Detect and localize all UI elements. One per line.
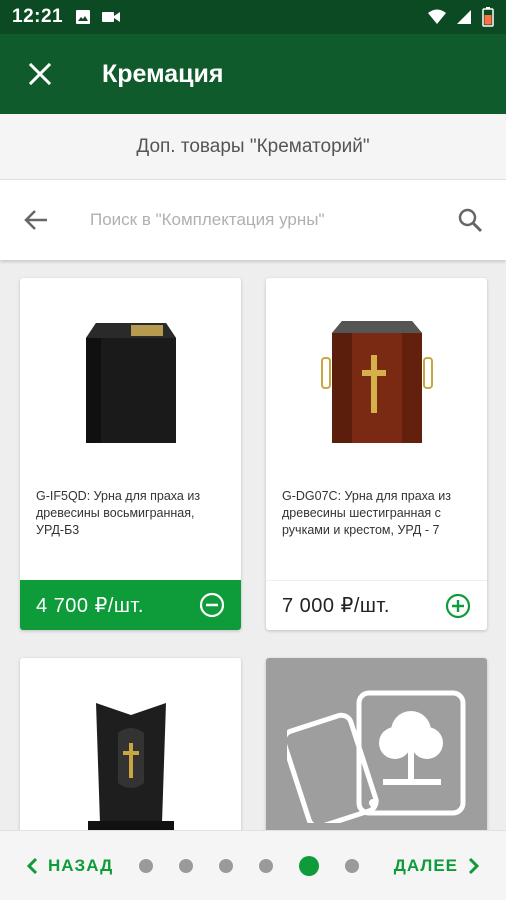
- product-image: [266, 658, 487, 830]
- product-price: 4 700 ₽/шт.: [36, 594, 144, 617]
- product-grid: G-IF5QD: Урна для праха из древесины вос…: [0, 260, 506, 830]
- chevron-right-icon: [468, 857, 480, 874]
- next-nav-label: ДАЛЕЕ: [393, 855, 458, 875]
- page-dot: [259, 858, 274, 873]
- product-card[interactable]: [266, 658, 487, 830]
- bottom-navigation: НАЗАД ДАЛЕЕ: [0, 830, 506, 900]
- product-image: [20, 278, 241, 478]
- back-nav-label: НАЗАД: [48, 855, 114, 875]
- product-card[interactable]: G-DG07C: Урна для праха из древесины шес…: [266, 278, 487, 630]
- arrow-left-icon: [24, 210, 47, 230]
- product-price: 7 000 ₽/шт.: [282, 595, 390, 617]
- subheader-text: Доп. товары "Крематорий": [136, 135, 370, 157]
- page-dot-active: [299, 855, 320, 876]
- plus-circle-icon[interactable]: [445, 593, 471, 619]
- minus-circle-icon[interactable]: [199, 592, 225, 618]
- battery-icon: [482, 7, 494, 27]
- section-subheader: Доп. товары "Крематорий": [0, 114, 506, 180]
- chevron-left-icon: [26, 857, 38, 874]
- page-dot: [139, 858, 154, 873]
- search-button[interactable]: [434, 180, 506, 260]
- back-button[interactable]: [0, 180, 72, 260]
- product-card[interactable]: G-IF5QD: Урна для праха из древесины вос…: [20, 278, 241, 630]
- video-icon: [102, 12, 121, 22]
- product-card[interactable]: [20, 658, 241, 830]
- product-description: G-IF5QD: Урна для праха из древесины вос…: [36, 489, 201, 537]
- product-description: G-DG07C: Урна для праха из древесины шес…: [282, 489, 451, 537]
- status-bar: 12:21: [0, 0, 506, 34]
- close-icon: [29, 63, 51, 85]
- product-image: [20, 658, 241, 830]
- search-bar: Поиск в "Комплектация урны": [0, 180, 506, 260]
- price-bar: 7 000 ₽/шт.: [266, 580, 487, 630]
- image-icon: [76, 10, 91, 24]
- page-dot: [219, 858, 234, 873]
- page-dot: [179, 858, 194, 873]
- app-bar: Кремация: [0, 34, 506, 114]
- page-indicator: [139, 855, 360, 876]
- status-time: 12:21: [12, 6, 64, 27]
- search-input[interactable]: Поиск в "Комплектация урны": [72, 210, 434, 230]
- product-image: [266, 278, 487, 478]
- close-button[interactable]: [0, 34, 80, 114]
- wifi-icon: [428, 9, 446, 24]
- image-placeholder-icon: [286, 690, 465, 823]
- signal-icon: [457, 10, 471, 24]
- back-nav-button[interactable]: НАЗАД: [26, 856, 113, 876]
- page-title: Кремация: [102, 59, 224, 88]
- page-dot: [345, 858, 360, 873]
- next-nav-button[interactable]: ДАЛЕЕ: [394, 856, 480, 876]
- price-bar: 4 700 ₽/шт.: [20, 580, 241, 630]
- search-icon: [458, 208, 483, 233]
